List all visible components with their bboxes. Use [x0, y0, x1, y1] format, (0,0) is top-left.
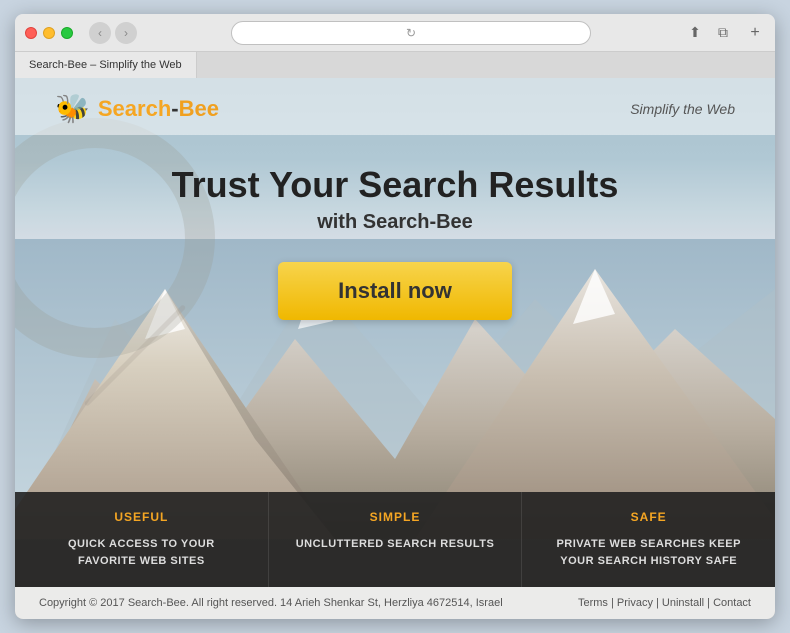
feature-useful-desc: QUICK ACCESS TO YOUR FAVORITE WEB SITES: [39, 536, 244, 569]
logo-area: 🐝 Search-Bee: [55, 92, 219, 125]
feature-useful: USEFUL QUICK ACCESS TO YOUR FAVORITE WEB…: [15, 492, 269, 587]
traffic-lights: [25, 27, 73, 39]
tagline: Simplify the Web: [630, 101, 735, 117]
feature-safe-desc: PRIVATE WEB SEARCHES KEEP YOUR SEARCH HI…: [546, 536, 751, 569]
reader-icon[interactable]: ⧉: [713, 23, 733, 43]
footer-copyright: Copyright © 2017 Search-Bee. All right r…: [39, 597, 503, 609]
feature-useful-label: USEFUL: [39, 510, 244, 524]
footer-links[interactable]: Terms | Privacy | Uninstall | Contact: [578, 597, 751, 609]
feature-simple: SIMPLE UNCLUTTERED SEARCH RESULTS: [269, 492, 523, 587]
feature-simple-desc: UNCLUTTERED SEARCH RESULTS: [293, 536, 498, 553]
feature-simple-label: SIMPLE: [293, 510, 498, 524]
nav-buttons: ‹ ›: [89, 22, 137, 44]
logo-bee-icon: 🐝: [55, 92, 90, 125]
install-button[interactable]: Install now: [278, 262, 512, 320]
reload-icon[interactable]: ↻: [406, 26, 416, 40]
hero-title: Trust Your Search Results: [35, 165, 755, 205]
logo-search: Search: [98, 96, 171, 121]
active-tab[interactable]: Search-Bee – Simplify the Web: [15, 52, 197, 78]
minimize-button[interactable]: [43, 27, 55, 39]
forward-button[interactable]: ›: [115, 22, 137, 44]
hero-section: Trust Your Search Results with Search-Be…: [15, 135, 775, 492]
site-header: 🐝 Search-Bee Simplify the Web: [15, 78, 775, 135]
feature-safe: SAFE PRIVATE WEB SEARCHES KEEP YOUR SEAR…: [522, 492, 775, 587]
site-footer: Copyright © 2017 Search-Bee. All right r…: [15, 587, 775, 619]
address-bar-container: ↻: [145, 21, 677, 45]
back-button[interactable]: ‹: [89, 22, 111, 44]
browser-window: ‹ › ↻ ⬆ ⧉ + Search-Bee – Simplify the We…: [15, 14, 775, 619]
logo-bee-text: Bee: [179, 96, 219, 121]
add-tab-button[interactable]: +: [745, 23, 765, 43]
maximize-button[interactable]: [61, 27, 73, 39]
features-bar: USEFUL QUICK ACCESS TO YOUR FAVORITE WEB…: [15, 492, 775, 587]
address-bar[interactable]: ↻: [231, 21, 591, 45]
tab-label: Search-Bee – Simplify the Web: [29, 59, 182, 71]
website: 🐝 Search-Bee Simplify the Web Trust Your…: [15, 78, 775, 619]
share-icon[interactable]: ⬆: [685, 23, 705, 43]
browser-titlebar: ‹ › ↻ ⬆ ⧉ +: [15, 14, 775, 52]
browser-content: 🐝 Search-Bee Simplify the Web Trust Your…: [15, 78, 775, 619]
tab-bar: Search-Bee – Simplify the Web: [15, 52, 775, 78]
logo-text: Search-Bee: [98, 96, 219, 122]
toolbar-right: ⬆ ⧉: [685, 23, 733, 43]
hero-subtitle: with Search-Bee: [35, 211, 755, 234]
close-button[interactable]: [25, 27, 37, 39]
logo-dash: -: [171, 96, 178, 121]
feature-safe-label: SAFE: [546, 510, 751, 524]
